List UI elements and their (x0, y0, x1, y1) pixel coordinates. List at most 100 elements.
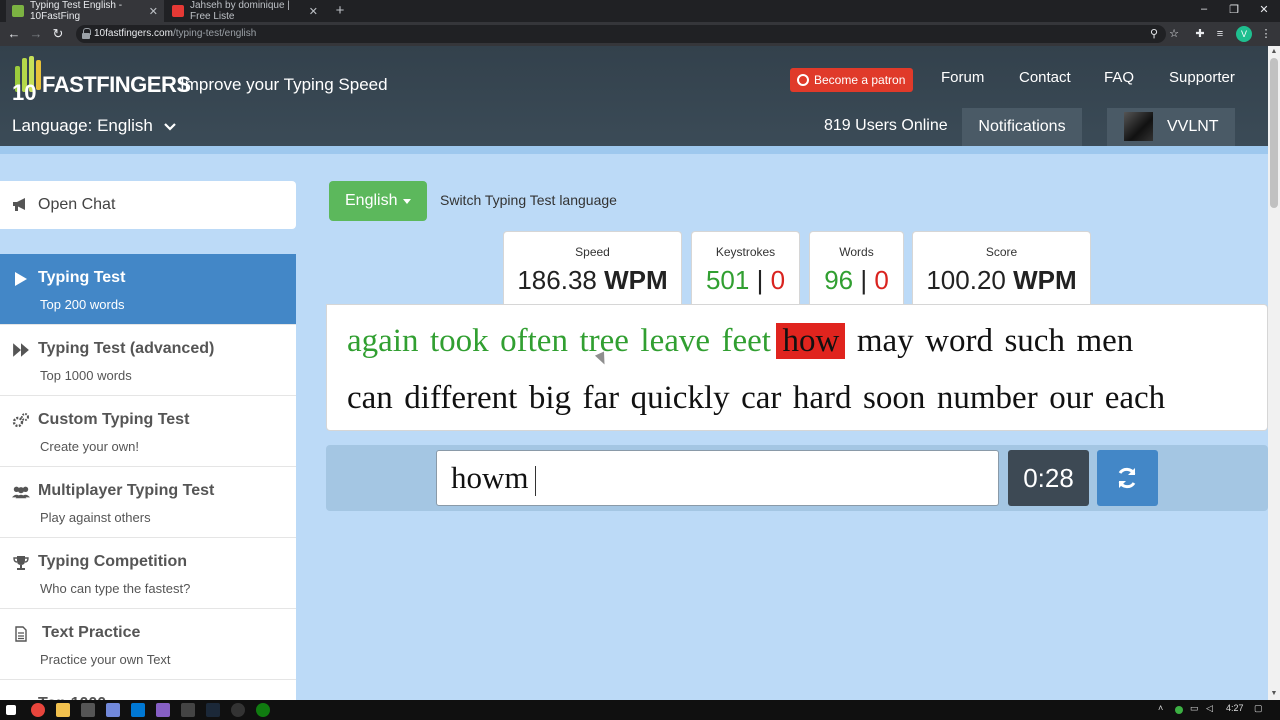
open-chat-button[interactable]: Open Chat (0, 181, 296, 229)
speed-stat: Speed 186.38 WPM (503, 231, 682, 305)
profile-avatar[interactable]: V (1236, 26, 1252, 42)
start-icon[interactable] (6, 705, 16, 715)
zoom-icon[interactable]: ⚲ (1146, 26, 1162, 42)
tab-close-icon[interactable]: ✕ (149, 5, 158, 18)
sidebar-item-subtitle: Create your own! (40, 439, 139, 454)
words-stat: Words 96 | 0 (809, 231, 904, 305)
scroll-up-icon[interactable]: ▲ (1270, 48, 1278, 56)
megaphone-icon (13, 198, 25, 211)
tray-chevron-icon[interactable]: ˄ (1158, 703, 1163, 713)
word-display: again took often tree leave feet how may word suc… (326, 304, 1268, 431)
scroll-down-icon[interactable]: ▼ (1270, 690, 1278, 698)
become-patron-button[interactable]: Become a patron (790, 68, 914, 92)
page-scrollbar[interactable]: ▲ ▼ (1268, 46, 1280, 700)
scroll-thumb[interactable] (1270, 58, 1278, 208)
minimize-icon[interactable]: – (1194, 3, 1214, 15)
browser-tab-typing-test[interactable]: Typing Test English - 10FastFing ✕ (6, 0, 164, 22)
upcoming-word: our (1049, 380, 1094, 416)
tab-favicon-icon (12, 5, 24, 17)
stat-label: Score (985, 245, 1018, 259)
tab-favicon-icon (172, 5, 184, 17)
reading-list-icon[interactable]: ≡ (1212, 26, 1228, 42)
close-window-icon[interactable]: ✕ (1254, 3, 1274, 16)
stat-separator: | (756, 265, 764, 295)
sidebar-menu: Typing Test Top 200 words Typing Test (a… (0, 254, 296, 720)
patron-label: Become a patron (814, 73, 906, 87)
vscode-icon[interactable] (131, 703, 145, 717)
users-icon (12, 486, 30, 499)
nav-faq[interactable]: FAQ (1104, 69, 1134, 86)
extensions-icon[interactable]: ✚ (1192, 26, 1208, 42)
nav-contact[interactable]: Contact (1019, 69, 1071, 86)
sidebar-item-typing-test-advanced[interactable]: Typing Test (advanced) Top 1000 words (0, 325, 296, 396)
logo-text: FASTFINGERS (42, 72, 191, 97)
nav-forum[interactable]: Forum (941, 69, 984, 86)
logo-number: 10 (12, 80, 36, 102)
sidebar-item-text-practice[interactable]: Text Practice Practice your own Text (0, 609, 296, 680)
typing-input-row: howm 0:28 (326, 445, 1268, 511)
url-host: 10fastfingers.com (94, 28, 173, 39)
back-icon[interactable]: ← (6, 26, 22, 42)
url-field[interactable]: 10fastfingers.com/typing-test/english (76, 25, 1166, 43)
chrome-icon[interactable] (31, 703, 45, 717)
sidebar-item-competition[interactable]: Typing Competition Who can type the fast… (0, 538, 296, 609)
patreon-icon (797, 74, 809, 86)
volume-icon[interactable]: ◁ (1206, 703, 1213, 714)
notification-center-icon[interactable]: ▢ (1254, 703, 1263, 714)
xbox-icon[interactable] (256, 703, 270, 717)
stat-label: Words (839, 245, 874, 259)
upcoming-word: can (347, 380, 393, 416)
app-icon[interactable] (231, 703, 245, 717)
site-logo[interactable]: 10 FASTFINGERS (12, 54, 191, 104)
current-word: how (776, 323, 846, 359)
speed-value: 186.38 (517, 265, 597, 295)
typed-word: leave (640, 323, 711, 359)
play-icon (15, 272, 27, 286)
browser-tab-music[interactable]: Jahseh by dominique | Free Liste ✕ (166, 0, 324, 22)
chevron-down-icon (163, 123, 176, 131)
clock-time[interactable]: 4:27 (1226, 703, 1244, 713)
words-wrong: 0 (874, 265, 889, 295)
app-icon[interactable] (81, 703, 95, 717)
trophy-icon (13, 556, 29, 570)
tray-app-icon[interactable] (1175, 706, 1183, 714)
sidebar-item-typing-test[interactable]: Typing Test Top 200 words (0, 254, 296, 325)
site-tagline: Improve your Typing Speed (180, 75, 388, 94)
visual-studio-icon[interactable] (156, 703, 170, 717)
sidebar-item-title: Custom Typing Test (38, 411, 190, 428)
app-icon[interactable] (181, 703, 195, 717)
stat-label: Keystrokes (715, 245, 776, 259)
score-unit: WPM (1013, 265, 1077, 295)
restart-button[interactable] (1097, 450, 1158, 506)
upcoming-word: word (925, 323, 993, 359)
new-tab-button[interactable]: + (332, 3, 348, 19)
countdown-timer: 0:28 (1008, 450, 1089, 506)
forward-icon[interactable]: → (28, 26, 44, 42)
upcoming-word: far (582, 380, 620, 416)
sidebar-item-title: Typing Test (advanced) (38, 340, 215, 357)
typing-input[interactable]: howm (436, 450, 999, 506)
network-icon[interactable]: ▭ (1190, 703, 1199, 714)
restore-icon[interactable]: ❐ (1224, 3, 1244, 16)
keystrokes-correct: 501 (705, 265, 750, 295)
steam-icon[interactable] (206, 703, 220, 717)
sidebar-item-multiplayer[interactable]: Multiplayer Typing Test Play against oth… (0, 467, 296, 538)
language-dropdown-button[interactable]: English (329, 181, 427, 221)
bookmark-star-icon[interactable]: ☆ (1166, 26, 1182, 42)
url-path: /typing-test/english (172, 28, 257, 39)
upcoming-word: big (528, 380, 571, 416)
browser-menu-icon[interactable]: ⋮ (1258, 26, 1274, 42)
file-explorer-icon[interactable] (56, 703, 70, 717)
tab-close-icon[interactable]: ✕ (309, 5, 318, 18)
upcoming-word: car (741, 380, 782, 416)
discord-icon[interactable] (106, 703, 120, 717)
user-menu[interactable]: VVLNT (1107, 108, 1235, 146)
reload-icon[interactable]: ↻ (50, 26, 66, 42)
language-selector[interactable]: Language: English (12, 116, 176, 136)
sidebar-item-custom-typing-test[interactable]: Custom Typing Test Create your own! (0, 396, 296, 467)
stat-label: Speed (575, 245, 610, 259)
notifications-button[interactable]: Notifications (962, 108, 1082, 146)
stat-separator: | (860, 265, 868, 295)
nav-supporter[interactable]: Supporter (1169, 69, 1235, 86)
avatar (1124, 112, 1153, 141)
